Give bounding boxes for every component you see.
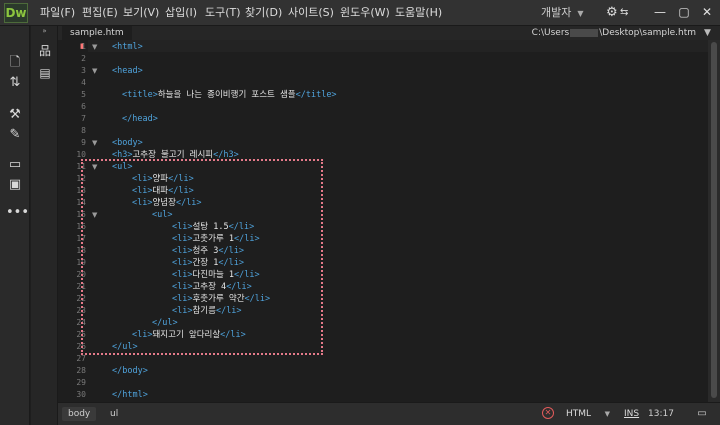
sync-icon[interactable]: ⇆ [620, 6, 630, 20]
code-line: <body> [112, 137, 143, 149]
vertical-scrollbar[interactable] [708, 40, 720, 402]
path-prefix: C:\Users [531, 28, 570, 38]
filter-icon[interactable]: ▼ [704, 28, 714, 38]
current-line-highlight [88, 40, 708, 52]
format-icon[interactable]: ⚒ [6, 106, 24, 124]
chevron-down-icon: ▼ [577, 9, 584, 18]
menu-file[interactable]: 파일(F) [40, 0, 75, 26]
language-select[interactable]: HTML ▼ [562, 407, 612, 421]
expand-panels-icon[interactable]: » [31, 26, 58, 36]
code-line: <html> [112, 41, 143, 53]
minimize-button[interactable]: — [653, 5, 667, 19]
wrench-icon[interactable]: ✎ [6, 126, 24, 144]
code-open-tag: <title> [122, 90, 158, 100]
live-preview-icon[interactable]: ▭ [694, 407, 710, 421]
redacted-username [570, 28, 599, 37]
menu-tools[interactable]: 도구(T) [205, 0, 241, 26]
status-bar: body ul ✕ HTML ▼ INS 13:17 ▭ [58, 402, 720, 425]
line-number: 30 [76, 390, 86, 399]
fold-toggle-icon[interactable]: ▼ [92, 137, 100, 149]
new-file-icon[interactable]: 🗋 [6, 54, 24, 72]
document-tab[interactable]: sample.htm [62, 26, 132, 40]
menu-window[interactable]: 윈도우(W) [340, 0, 390, 26]
line-number: 6 [81, 102, 86, 111]
code-text: 하늘을 나는 종이비행기 포스트 샘플 [157, 90, 296, 100]
menu-bar: Dw 파일(F) 편집(E) 보기(V) 삽입(I) 도구(T) 찾기(D) 사… [0, 0, 720, 26]
tag-selector-body[interactable]: body [62, 407, 97, 421]
line-number: 7 [81, 114, 86, 123]
comment-icon[interactable]: ▭ [6, 156, 24, 174]
error-icon[interactable]: ✕ [542, 407, 554, 419]
menu-view[interactable]: 보기(V) [123, 0, 159, 26]
line-number: 9 [81, 138, 86, 147]
tag-selector-ul[interactable]: ul [104, 407, 124, 421]
code-line: <title>하늘을 나는 종이비행기 포스트 샘플</title> [122, 89, 337, 101]
line-number: 4 [81, 78, 86, 87]
code-open-tag: </head> [122, 114, 158, 124]
preview-check-icon[interactable]: ▣ [6, 176, 24, 194]
snippets-icon[interactable]: ▤ [36, 64, 54, 82]
document-path: C:\Users \Desktop\sample.htm [532, 26, 696, 40]
chevron-down-icon: ▼ [604, 410, 610, 418]
code-editor[interactable]: 1 2 3 4 5 6 7 8 9 10 11 12 13 14 15 16 17 18 19 20 21 22 23 24 2… [58, 40, 708, 402]
fold-toggle-icon[interactable]: ▼ [92, 209, 100, 221]
path-suffix: \Desktop\sample.htm [599, 28, 696, 38]
line-marker-icon: ▮ [80, 42, 84, 50]
dom-tree-icon[interactable]: 品 [36, 42, 54, 60]
code-line: </head> [122, 113, 158, 125]
menu-site[interactable]: 사이트(S) [288, 0, 334, 26]
line-number: 2 [81, 54, 86, 63]
code-line: <head> [112, 65, 143, 77]
menu-edit[interactable]: 편집(E) [82, 0, 118, 26]
app-logo: Dw [4, 3, 28, 23]
selection-highlight [81, 159, 323, 355]
menu-help[interactable]: 도움말(H) [395, 0, 442, 26]
gear-icon[interactable]: ⚙ [606, 6, 620, 20]
fold-toggle-icon[interactable]: ▼ [92, 41, 100, 53]
code-open-tag: <body> [112, 138, 143, 148]
close-button[interactable]: ✕ [700, 5, 714, 19]
code-open-tag: <head> [112, 66, 143, 76]
line-number: 28 [76, 366, 86, 375]
line-number: 5 [81, 90, 86, 99]
code-line: </html> [112, 389, 148, 401]
insert-mode[interactable]: INS [624, 407, 639, 421]
code-open-tag: </body> [112, 366, 148, 376]
side-panel-strip: » 品 ▤ [31, 26, 58, 425]
maximize-button[interactable]: ▢ [677, 5, 691, 19]
sort-icon[interactable]: ⇅ [6, 74, 24, 92]
workspace-label: 개발자 [541, 6, 572, 19]
code-open-tag: </html> [112, 390, 148, 400]
more-icon[interactable]: ••• [6, 204, 29, 222]
left-toolbar: 🗋 ⇅ ⚒ ✎ ▭ ▣ ••• [0, 26, 30, 425]
code-line: </body> [112, 365, 148, 377]
line-number: 3 [81, 66, 86, 75]
menu-insert[interactable]: 삽입(I) [165, 0, 197, 26]
cursor-position: 13:17 [648, 409, 674, 419]
line-number: 8 [81, 126, 86, 135]
document-tab-bar: sample.htm C:\Users \Desktop\sample.htm ▼ [58, 26, 720, 40]
fold-toggle-icon[interactable]: ▼ [92, 161, 100, 173]
code-open-tag: <html> [112, 42, 143, 52]
language-label: HTML [566, 409, 592, 419]
workspace-switcher[interactable]: 개발자 ▼ [541, 0, 584, 26]
code-close-tag: </title> [295, 90, 337, 100]
scrollbar-thumb[interactable] [711, 42, 717, 398]
fold-toggle-icon[interactable]: ▼ [92, 65, 100, 77]
line-number: 29 [76, 378, 86, 387]
menu-find[interactable]: 찾기(D) [245, 0, 282, 26]
